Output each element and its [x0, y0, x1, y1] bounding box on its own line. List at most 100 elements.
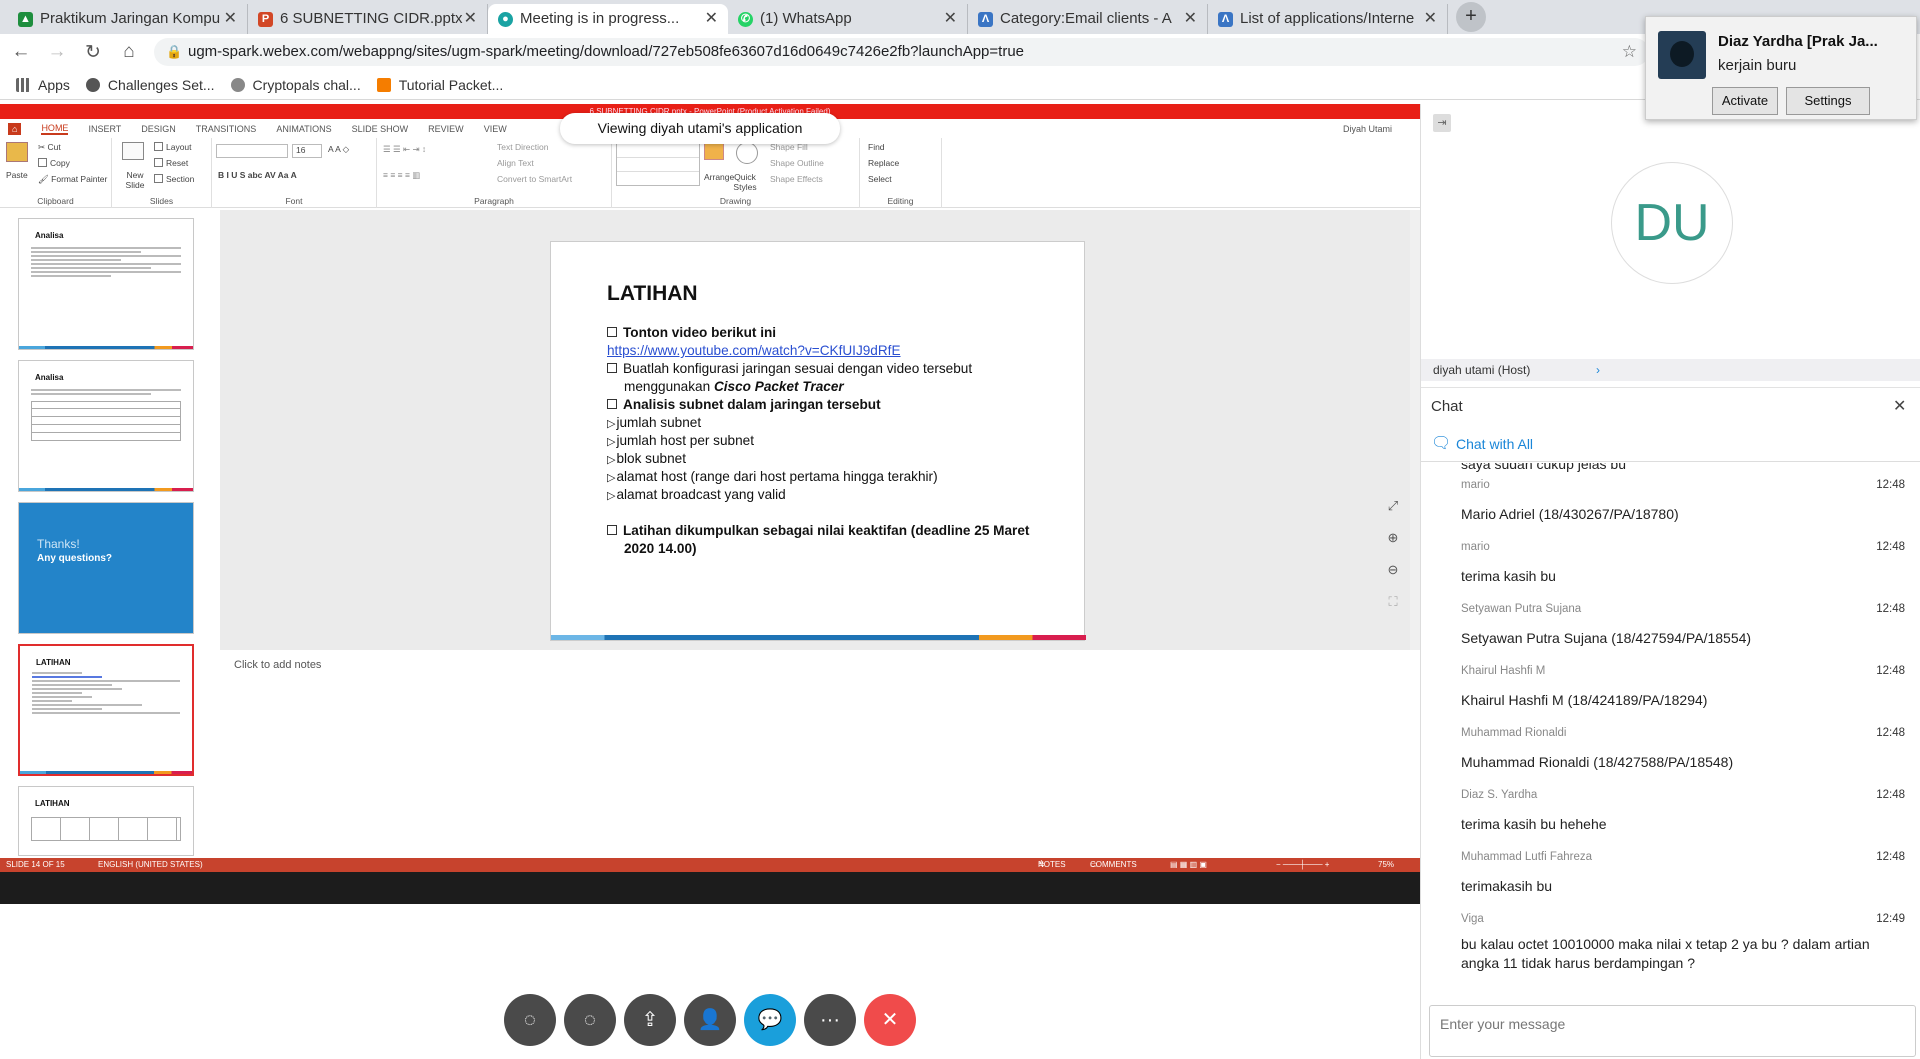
tab-webex[interactable]: ● Meeting is in progress... ✕ [488, 4, 728, 34]
quick-styles-icon[interactable] [736, 142, 758, 164]
slide-thumbnail-15[interactable]: 15 LATIHAN [18, 786, 194, 856]
list-buttons[interactable]: ☰ ☰ ⇤ ⇥ ↕ [383, 144, 426, 155]
new-slide-icon[interactable] [122, 142, 144, 160]
slide-thumbnail-14[interactable]: 14 LATIHAN [18, 644, 194, 776]
quick-styles-button[interactable]: Quick Styles [730, 172, 760, 192]
camera-icon: ◌ [584, 1009, 596, 1031]
lock-icon[interactable]: 🔒 [166, 38, 182, 66]
bookmark-apps[interactable]: Apps [16, 77, 70, 93]
back-arrow-icon[interactable]: ← [6, 41, 36, 63]
close-tab-icon[interactable]: ✕ [464, 4, 477, 34]
editor-scrollbar[interactable] [1410, 210, 1420, 650]
close-chat-icon[interactable]: ✕ [1893, 396, 1906, 416]
tab-wiki-email[interactable]: Λ Category:Email clients - A ✕ [968, 4, 1208, 34]
share-button[interactable]: ⇪ [624, 994, 676, 1046]
tab-transitions[interactable]: TRANSITIONS [196, 124, 257, 134]
whatsapp-notification[interactable]: Diaz Yardha [Prak Ja... kerjain buru Act… [1645, 16, 1917, 120]
font-format-buttons[interactable]: B I U S abc AV Aa A [218, 170, 297, 180]
align-text-button[interactable]: Align Text [497, 158, 534, 168]
home-icon[interactable]: ⌂ [114, 41, 144, 63]
font-name-box[interactable] [216, 144, 288, 158]
chat-recipient-selector[interactable]: 🗨 Chat with All [1421, 426, 1920, 462]
tab-review[interactable]: REVIEW [428, 124, 464, 134]
bookmark-star-icon[interactable]: ☆ [1622, 38, 1637, 66]
tab-powerpoint[interactable]: P6 SUBNETTING CIDR.pptx ✕ [248, 4, 488, 34]
more-button[interactable]: ··· [804, 994, 856, 1046]
find-button[interactable]: Find [868, 142, 885, 152]
address-bar[interactable]: 🔒 ugm-spark.webex.com/webappng/sites/ugm… [154, 38, 1649, 66]
checkbox-bullet-icon [607, 525, 617, 535]
tab-wiki-applications[interactable]: Λ List of applications/Interne ✕ [1208, 4, 1448, 34]
tab-whatsapp[interactable]: ✆ (1) WhatsApp ✕ [728, 4, 968, 34]
chevron-right-icon[interactable]: › [1596, 359, 1600, 381]
tab-insert[interactable]: INSERT [88, 124, 121, 134]
reload-icon[interactable]: ↻ [78, 41, 108, 64]
close-tab-icon[interactable]: ✕ [224, 4, 237, 34]
cut-button[interactable]: ✂ Cut [38, 142, 61, 153]
new-slide-button[interactable]: New Slide [122, 170, 148, 190]
paste-button[interactable]: Paste [6, 170, 28, 180]
file-tab[interactable]: ⌂ [8, 122, 22, 135]
chat-message-list[interactable]: saya sudah cukup jelas bu mario 12:48 Mari… [1421, 463, 1920, 995]
slide-thumbnail-pane[interactable]: 11 Analisa 12 Analisa 13 Thanks! Any que… [0, 210, 210, 860]
ppt-user-name[interactable]: Diyah Utami [1343, 124, 1392, 134]
zoom-slider[interactable]: − ───┼─── + [1276, 858, 1329, 872]
forward-arrow-icon[interactable]: → [42, 41, 72, 63]
close-tab-icon[interactable]: ✕ [944, 4, 957, 34]
chat-input[interactable]: Enter your message [1429, 1005, 1916, 1057]
tab-design[interactable]: DESIGN [141, 124, 176, 134]
bookmark-challenges[interactable]: Challenges Set... [85, 77, 215, 93]
language-status[interactable]: ENGLISH (UNITED STATES) [98, 858, 203, 872]
select-button[interactable]: Select [868, 174, 892, 184]
view-buttons[interactable]: ▤ ▦ ▥ ▣ [1170, 858, 1207, 872]
new-tab-button[interactable]: + [1456, 2, 1486, 32]
video-button[interactable]: ◌ [564, 994, 616, 1046]
current-slide[interactable]: LATIHAN Tonton video berikut ini https:/… [550, 241, 1086, 641]
tab-home[interactable]: HOME [41, 123, 69, 135]
activate-button[interactable]: Activate [1712, 87, 1778, 115]
format-painter-button[interactable]: 🖌 Format Painter [38, 174, 107, 185]
section-button[interactable]: Section [154, 174, 194, 184]
paste-icon[interactable] [6, 142, 28, 162]
bookmark-cryptopals[interactable]: Cryptopals chal... [230, 77, 361, 93]
bookmark-tutorial-packet[interactable]: Tutorial Packet... [376, 77, 503, 93]
tab-view[interactable]: VIEW [484, 124, 507, 134]
replace-button[interactable]: Replace [868, 158, 899, 168]
tab-classroom[interactable]: ▲ Praktikum Jaringan Kompu ✕ [8, 4, 248, 34]
slide-thumbnail-13[interactable]: 13 Thanks! Any questions? [18, 502, 194, 634]
zoom-out-icon[interactable]: ⊖ [1385, 562, 1401, 578]
reset-button[interactable]: Reset [154, 158, 188, 168]
chat-timestamp: 12:48 [1876, 789, 1905, 801]
font-size-box[interactable]: 16 [292, 144, 322, 158]
chat-button[interactable]: 💬 [744, 994, 796, 1046]
shape-outline-button[interactable]: Shape Outline [770, 158, 824, 168]
slide-link[interactable]: https://www.youtube.com/watch?v=CKfUIJ9d… [607, 343, 901, 358]
text-direction-button[interactable]: Text Direction [497, 142, 549, 152]
fit-icon[interactable]: ⤢ [1385, 498, 1401, 514]
tab-animations[interactable]: ANIMATIONS [276, 124, 331, 134]
grow-font-icon[interactable]: A A ◇ [328, 144, 349, 155]
layout-button[interactable]: Layout [154, 142, 192, 152]
convert-smartart-button[interactable]: Convert to SmartArt [497, 174, 572, 184]
align-buttons[interactable]: ≡ ≡ ≡ ≡ ▥ [383, 170, 420, 181]
leave-button[interactable]: ✕ [864, 994, 916, 1046]
collapse-panel-icon[interactable]: ⇥ [1433, 114, 1451, 132]
copy-button[interactable]: Copy [38, 158, 70, 168]
arrange-icon[interactable] [704, 142, 724, 160]
tab-slide-show[interactable]: SLIDE SHOW [352, 124, 409, 134]
close-tab-icon[interactable]: ✕ [705, 4, 718, 34]
full-screen-icon[interactable]: ⛶ [1385, 594, 1401, 610]
slide-thumbnail-11[interactable]: 11 Analisa [18, 218, 194, 350]
zoom-in-icon[interactable]: ⊕ [1385, 530, 1401, 546]
shape-effects-button[interactable]: Shape Effects [770, 174, 823, 184]
mute-button[interactable]: ◌ [504, 994, 556, 1046]
close-tab-icon[interactable]: ✕ [1184, 4, 1197, 34]
close-icon: ✕ [881, 1009, 899, 1031]
notes-pane[interactable]: Click to add notes [230, 653, 1410, 793]
settings-button[interactable]: Settings [1786, 87, 1870, 115]
zoom-level[interactable]: 75% [1378, 858, 1394, 872]
shapes-gallery[interactable] [616, 142, 700, 186]
close-tab-icon[interactable]: ✕ [1424, 4, 1437, 34]
participants-button[interactable]: 👤 [684, 994, 736, 1046]
slide-thumbnail-12[interactable]: 12 Analisa [18, 360, 194, 492]
